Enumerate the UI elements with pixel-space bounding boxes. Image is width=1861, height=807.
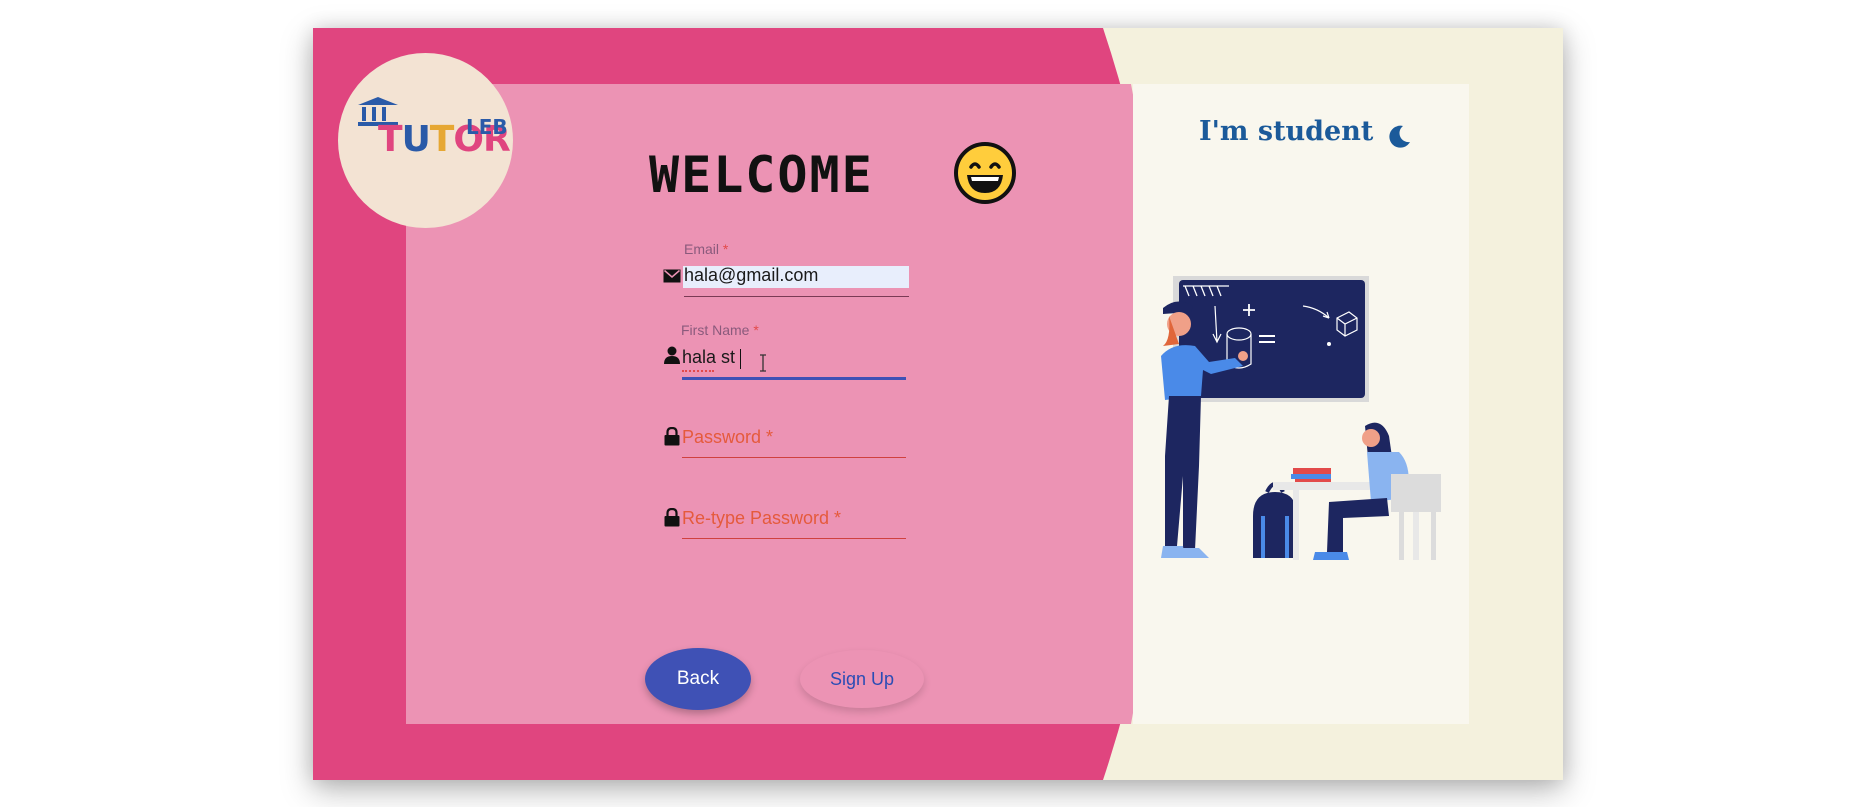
text-caret [740,349,741,369]
retype-password-underline [682,538,906,539]
text-cursor-icon [760,354,766,372]
moon-icon[interactable] [1386,124,1412,150]
password-input[interactable]: Password * [682,427,773,448]
back-button[interactable]: Back [645,648,751,710]
lock-icon [664,427,680,446]
retype-password-input[interactable]: Re-type Password * [682,508,841,529]
envelope-icon [663,269,681,283]
password-underline [682,457,906,458]
email-label: Email * [684,241,729,257]
spellcheck-underline [682,368,714,372]
first-name-underline [682,377,906,380]
lock-icon [664,508,680,527]
email-underline [684,296,909,297]
role-label: I'm student [1199,116,1374,147]
signup-button[interactable]: Sign Up [800,650,924,708]
user-icon [664,346,680,364]
email-input[interactable]: hala@gmail.com [684,265,818,286]
logo-superscript: LEB [466,115,508,139]
logo[interactable]: TUTOR LEB [338,53,513,228]
first-name-label: First Name * [681,322,759,338]
signup-card: TUTOR LEB WELCOME Email * hala@gmail.com… [313,28,1563,780]
first-name-input[interactable]: hala st [682,347,735,368]
grinning-face-icon [954,142,1016,204]
classroom-illustration [1161,276,1441,560]
welcome-title: WELCOME [649,146,874,204]
